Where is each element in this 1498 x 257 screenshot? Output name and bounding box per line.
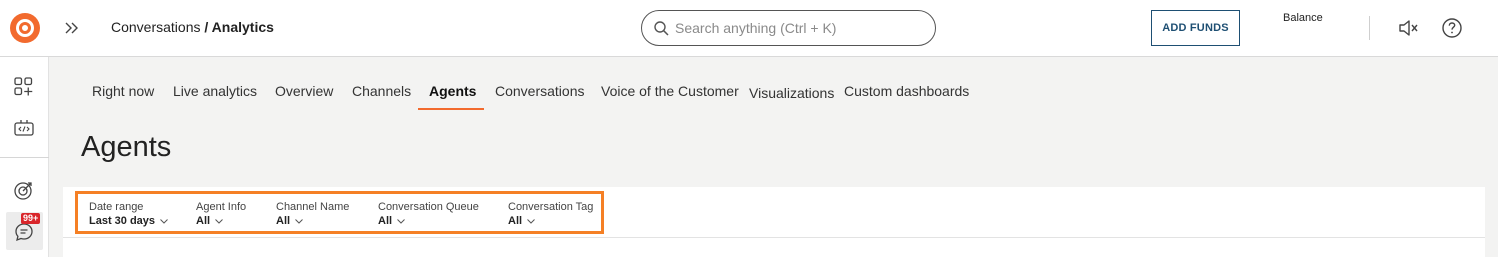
filter-value: Last 30 days — [89, 215, 156, 227]
tab-agents[interactable]: Agents — [429, 83, 476, 99]
breadcrumb-separator: / — [200, 19, 212, 35]
balance-label: Balance — [1283, 12, 1323, 24]
breadcrumb-parent[interactable]: Conversations — [111, 19, 201, 35]
filter-agent-info[interactable]: Agent Info All — [196, 201, 246, 227]
filter-conversation-queue[interactable]: Conversation Queue All — [378, 201, 479, 227]
chat-bubble-icon[interactable] — [13, 221, 35, 243]
tab-conversations[interactable]: Conversations — [495, 83, 585, 99]
chevron-down-icon — [397, 218, 405, 224]
tab-visualizations[interactable]: Visualizations — [749, 85, 834, 101]
search-box[interactable] — [641, 10, 936, 46]
analytics-tabs: Right now Live analytics Overview Channe… — [0, 83, 1000, 111]
brand-logo-icon[interactable] — [10, 13, 40, 43]
breadcrumb-current: Analytics — [211, 19, 274, 35]
tab-custom-dashboards[interactable]: Custom dashboards — [844, 83, 969, 99]
tab-live-analytics[interactable]: Live analytics — [173, 83, 257, 99]
search-icon — [654, 21, 669, 36]
filter-date-range[interactable]: Date range Last 30 days — [89, 201, 168, 227]
filter-conversation-tag[interactable]: Conversation Tag All — [508, 201, 593, 227]
notification-badge: 99+ — [21, 213, 41, 224]
add-funds-button[interactable]: ADD FUNDS — [1151, 10, 1240, 46]
filter-value: All — [508, 215, 523, 227]
tab-overview[interactable]: Overview — [275, 83, 333, 99]
chevron-down-icon — [295, 218, 303, 224]
filter-label: Channel Name — [276, 201, 350, 213]
help-circle-icon[interactable] — [1441, 17, 1463, 44]
chevron-down-icon — [160, 218, 168, 224]
page-title: Agents — [81, 131, 172, 163]
tab-channels[interactable]: Channels — [352, 83, 411, 99]
target-icon[interactable] — [13, 179, 35, 201]
chevron-down-icon — [527, 218, 535, 224]
speaker-muted-icon[interactable] — [1397, 17, 1419, 44]
filter-label: Conversation Tag — [508, 201, 594, 213]
filter-card-divider — [63, 237, 1485, 238]
tab-voice-of-the-customer[interactable]: Voice of the Customer — [601, 83, 739, 99]
breadcrumb: Conversations / Analytics — [111, 19, 274, 35]
filter-channel-name[interactable]: Channel Name All — [276, 201, 349, 227]
filter-value: All — [276, 215, 291, 227]
filter-label: Date range — [89, 201, 144, 213]
code-bot-icon[interactable] — [13, 117, 35, 139]
filter-value: All — [196, 215, 211, 227]
chevron-down-icon — [215, 218, 223, 224]
tab-right-now[interactable]: Right now — [92, 83, 154, 99]
active-tab-indicator — [418, 108, 484, 110]
filter-value: All — [378, 215, 393, 227]
header-divider — [1369, 16, 1370, 40]
double-chevron-right-icon[interactable] — [62, 18, 82, 38]
filters-bar: Date range Last 30 days Agent Info All C… — [75, 191, 604, 234]
filter-label: Agent Info — [196, 201, 247, 213]
filter-label: Conversation Queue — [378, 201, 479, 213]
rail-divider — [0, 157, 49, 158]
search-input[interactable] — [675, 19, 925, 37]
top-bar: Conversations / Analytics ADD FUNDS Bala… — [0, 0, 1498, 57]
